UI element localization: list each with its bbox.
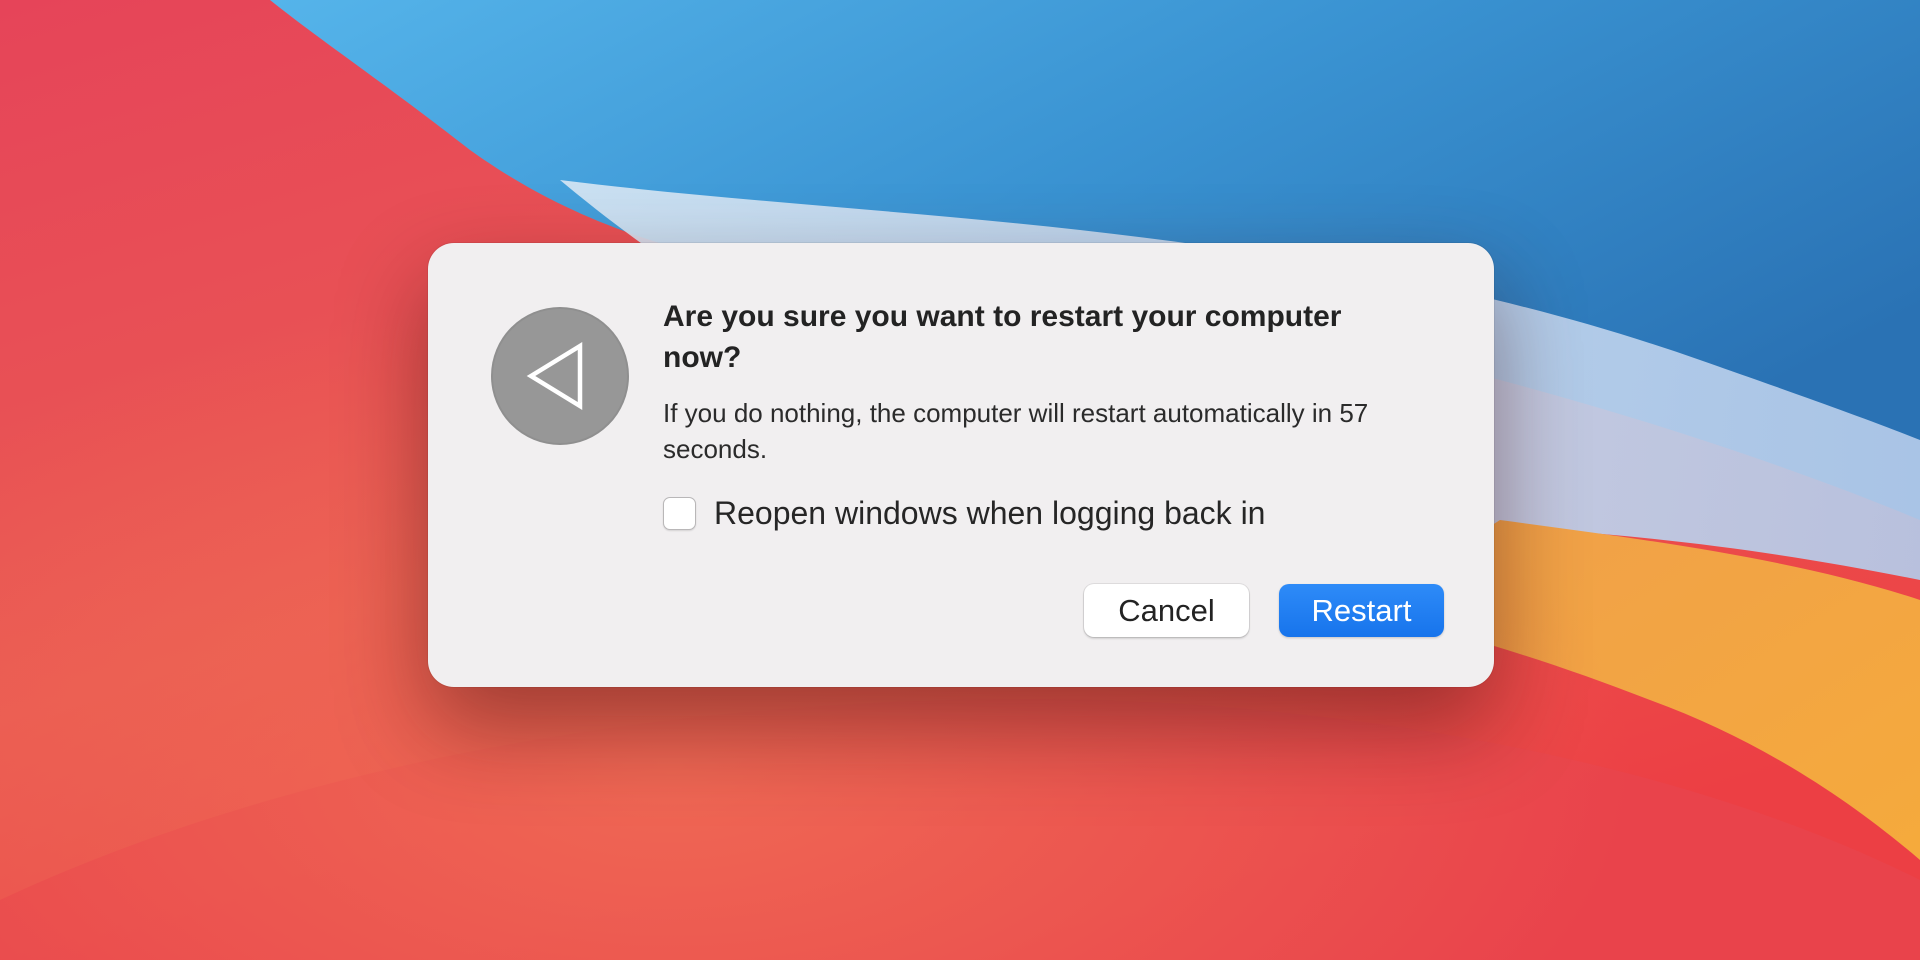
- restart-confirmation-dialog: Are you sure you want to restart your co…: [428, 243, 1494, 687]
- reopen-windows-label[interactable]: Reopen windows when logging back in: [714, 493, 1265, 533]
- reopen-windows-checkbox[interactable]: [663, 496, 696, 530]
- dialog-title: Are you sure you want to restart your co…: [663, 300, 1342, 374]
- restart-triangle-icon: [491, 307, 629, 445]
- dialog-message: If you do nothing, the computer will res…: [663, 398, 1369, 464]
- desktop: Are you sure you want to restart your co…: [0, 0, 1920, 960]
- reopen-windows-option[interactable]: Reopen windows when logging back in: [663, 493, 1265, 533]
- cancel-button[interactable]: Cancel: [1084, 584, 1249, 637]
- restart-button[interactable]: Restart: [1279, 584, 1444, 637]
